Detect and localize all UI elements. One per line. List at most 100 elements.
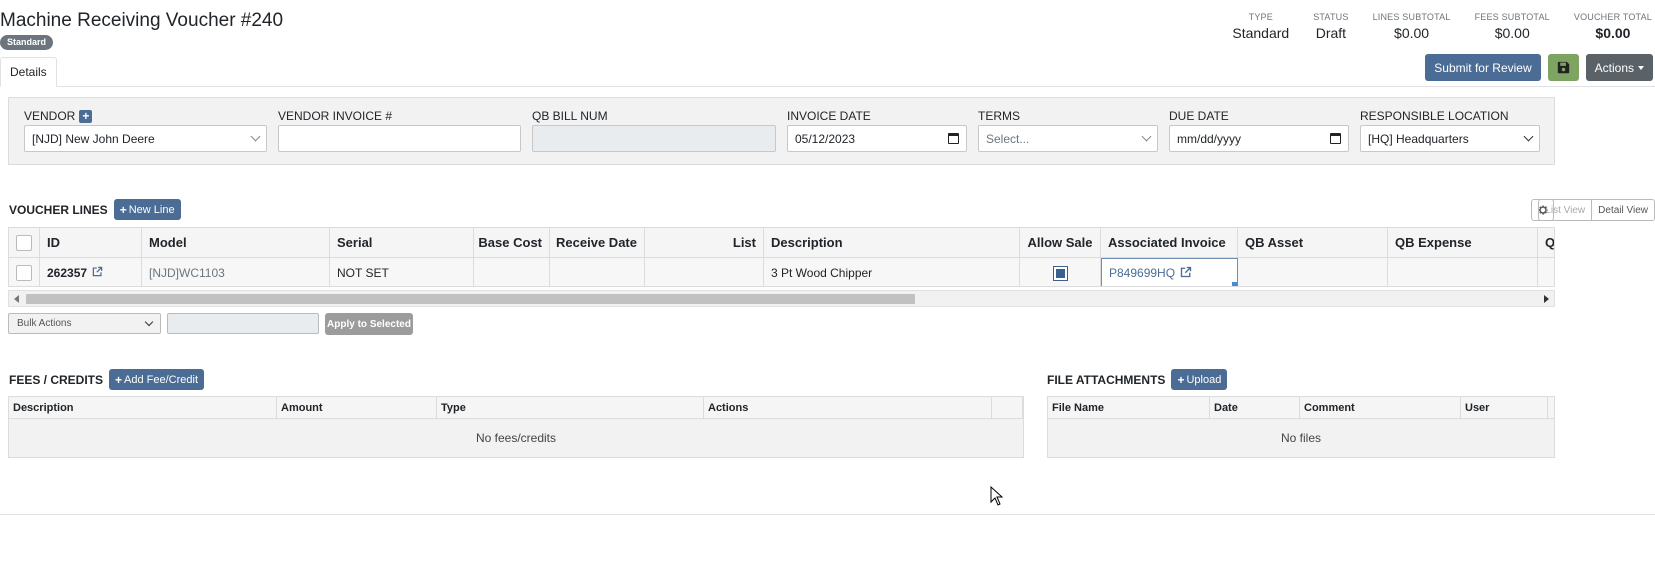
col-header-associated-invoice[interactable]: Associated Invoice bbox=[1101, 228, 1238, 257]
scroll-right-icon[interactable] bbox=[1544, 295, 1549, 303]
scroll-left-icon[interactable] bbox=[14, 295, 19, 303]
save-button[interactable] bbox=[1547, 54, 1579, 81]
submit-for-review-button[interactable]: Submit for Review bbox=[1425, 54, 1541, 81]
files-col-date: Date bbox=[1210, 397, 1300, 418]
detail-view-toggle[interactable]: Detail View bbox=[1592, 200, 1654, 220]
cell-qb-expense[interactable] bbox=[1388, 258, 1538, 286]
chevron-down-icon bbox=[1141, 131, 1152, 142]
external-link-icon[interactable] bbox=[92, 266, 103, 280]
summary-status: STATUS Draft bbox=[1313, 12, 1349, 41]
files-col-file-name: File Name bbox=[1048, 397, 1210, 418]
col-header-base-cost[interactable]: Base Cost bbox=[474, 228, 550, 257]
cell-qb-asset[interactable] bbox=[1238, 258, 1388, 286]
fees-credits-table: Description Amount Type Actions No fees/… bbox=[8, 396, 1024, 458]
summary-lines-subtotal: LINES SUBTOTAL $0.00 bbox=[1372, 12, 1451, 41]
fees-col-type: Type bbox=[437, 397, 704, 418]
tab-details[interactable]: Details bbox=[0, 57, 57, 87]
col-header-qb-expense[interactable]: QB Expense bbox=[1388, 228, 1538, 257]
cell-model[interactable]: [NJD]WC1103 bbox=[142, 258, 330, 286]
summary-voucher-total: VOUCHER TOTAL $0.00 bbox=[1573, 12, 1652, 41]
fees-col-description: Description bbox=[9, 397, 277, 418]
chevron-down-icon bbox=[250, 131, 261, 142]
page-title: Machine Receiving Voucher #240 bbox=[0, 10, 284, 31]
cell-base-cost[interactable] bbox=[474, 258, 550, 286]
caret-down-icon bbox=[1638, 65, 1644, 70]
voucher-form-panel: VENDOR + [NJD] New John Deere VENDOR INVO… bbox=[8, 97, 1555, 165]
file-attachments-table: File Name Date Comment User No files bbox=[1047, 396, 1555, 458]
col-header-description[interactable]: Description bbox=[764, 228, 1020, 257]
col-header-q[interactable]: Q bbox=[1538, 228, 1554, 257]
plus-icon: + bbox=[119, 202, 127, 217]
fees-col-spacer bbox=[992, 397, 1023, 418]
cell-list[interactable] bbox=[645, 258, 764, 286]
actions-dropdown-button[interactable]: Actions bbox=[1585, 54, 1653, 81]
cell-id: 262357 bbox=[40, 258, 142, 286]
calendar-icon[interactable] bbox=[1330, 133, 1341, 144]
files-empty-message: No files bbox=[1048, 419, 1554, 457]
vendor-invoice-input[interactable] bbox=[278, 125, 521, 152]
upload-button[interactable]: + Upload bbox=[1171, 369, 1228, 390]
plus-icon: + bbox=[1177, 372, 1185, 387]
add-vendor-plus-icon[interactable]: + bbox=[79, 109, 93, 123]
allow-sale-checkbox[interactable] bbox=[1052, 265, 1068, 281]
cell-allow-sale bbox=[1020, 258, 1101, 286]
col-header-allow-sale[interactable]: Allow Sale bbox=[1020, 228, 1101, 257]
type-badge: Standard bbox=[0, 35, 54, 50]
tabs-divider bbox=[0, 86, 1655, 87]
vendor-select[interactable]: [NJD] New John Deere bbox=[24, 125, 267, 152]
file-attachments-heading: FILE ATTACHMENTS + Upload bbox=[1047, 369, 1228, 390]
apply-to-selected-button[interactable]: Apply to Selected bbox=[325, 313, 413, 335]
responsible-location-field: RESPONSIBLE LOCATION [HQ] Headquarters bbox=[1360, 108, 1540, 152]
fees-header-row: Description Amount Type Actions bbox=[9, 397, 1023, 419]
cell-q[interactable] bbox=[1538, 258, 1554, 286]
fees-col-actions: Actions bbox=[704, 397, 992, 418]
mouse-cursor-icon bbox=[990, 486, 1003, 506]
add-fee-credit-button[interactable]: + Add Fee/Credit bbox=[109, 369, 205, 390]
voucher-summary: TYPE Standard STATUS Draft LINES SUBTOTA… bbox=[1220, 12, 1655, 41]
col-header-serial[interactable]: Serial bbox=[330, 228, 474, 257]
select-all-checkbox[interactable] bbox=[16, 234, 32, 251]
files-col-user: User bbox=[1461, 397, 1548, 418]
fees-credits-heading: FEES / CREDITS + Add Fee/Credit bbox=[9, 369, 205, 390]
due-date-field: DUE DATE mm/dd/yyyy bbox=[1169, 108, 1349, 152]
calendar-icon[interactable] bbox=[948, 133, 959, 144]
terms-select[interactable]: Select... bbox=[978, 125, 1158, 152]
col-header-qb-asset[interactable]: QB Asset bbox=[1238, 228, 1388, 257]
action-toolbar: Submit for Review Actions bbox=[1425, 54, 1653, 81]
grid-header-row: ID Model Serial Base Cost Receive Date L… bbox=[9, 228, 1554, 258]
save-icon bbox=[1557, 61, 1569, 74]
col-header-id[interactable]: ID bbox=[40, 228, 142, 257]
files-header-row: File Name Date Comment User bbox=[1048, 397, 1554, 419]
view-tools: List View Detail View bbox=[1531, 199, 1655, 221]
bulk-actions-select[interactable]: Bulk Actions bbox=[8, 313, 161, 334]
col-header-receive-date[interactable]: Receive Date bbox=[550, 228, 645, 257]
new-line-button[interactable]: + New Line bbox=[113, 199, 181, 220]
invoice-date-field: INVOICE DATE 05/12/2023 bbox=[787, 108, 967, 152]
fees-empty-message: No fees/credits bbox=[9, 419, 1023, 457]
col-header-model[interactable]: Model bbox=[142, 228, 330, 257]
cell-receive-date[interactable] bbox=[550, 258, 645, 286]
row-select-cell bbox=[9, 258, 40, 286]
external-link-icon[interactable] bbox=[1180, 266, 1192, 281]
files-col-comment: Comment bbox=[1300, 397, 1461, 418]
due-date-input[interactable]: mm/dd/yyyy bbox=[1169, 125, 1349, 152]
table-row: 262357 [NJD]WC1103 NOT SET 3 Pt Wood Chi… bbox=[9, 258, 1554, 286]
view-toggle: List View Detail View bbox=[1538, 199, 1655, 221]
row-checkbox[interactable] bbox=[16, 265, 32, 281]
qb-bill-field: QB BILL NUM bbox=[532, 108, 776, 152]
cell-associated-invoice[interactable]: P849699HQ bbox=[1101, 258, 1238, 286]
list-view-toggle[interactable]: List View bbox=[1539, 200, 1593, 220]
chevron-down-icon bbox=[144, 317, 154, 326]
bulk-value-input bbox=[167, 313, 319, 334]
grid-horizontal-scrollbar[interactable] bbox=[8, 290, 1555, 307]
col-header-list[interactable]: List bbox=[645, 228, 764, 257]
cell-serial[interactable]: NOT SET bbox=[330, 258, 474, 286]
invoice-date-input[interactable]: 05/12/2023 bbox=[787, 125, 967, 152]
scrollbar-thumb[interactable] bbox=[26, 294, 915, 304]
associated-invoice-link[interactable]: P849699HQ bbox=[1109, 266, 1175, 280]
vendor-invoice-field: VENDOR INVOICE # bbox=[278, 108, 521, 152]
voucher-lines-grid: ID Model Serial Base Cost Receive Date L… bbox=[8, 227, 1555, 287]
voucher-lines-heading: VOUCHER LINES + New Line bbox=[9, 199, 181, 220]
responsible-location-select[interactable]: [HQ] Headquarters bbox=[1360, 125, 1540, 152]
cell-description[interactable]: 3 Pt Wood Chipper bbox=[764, 258, 1020, 286]
